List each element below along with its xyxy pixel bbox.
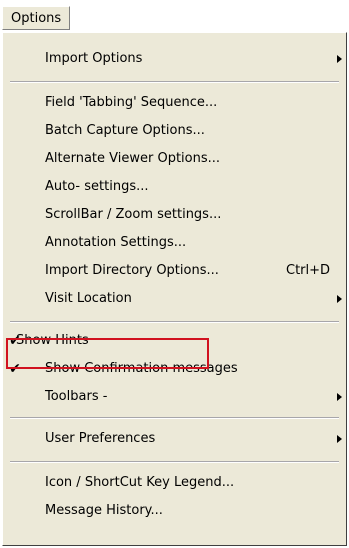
menu-item-label: Visit Location bbox=[45, 291, 132, 306]
menu-item-scrollbar-zoom-settings[interactable]: ScrollBar / Zoom settings... bbox=[3, 201, 346, 229]
menu-item-label: Batch Capture Options... bbox=[45, 123, 205, 138]
menu-item-annotation-settings[interactable]: Annotation Settings... bbox=[3, 229, 346, 257]
options-menu-title[interactable]: Options bbox=[2, 6, 71, 30]
submenu-arrow-icon bbox=[337, 295, 342, 303]
menu-item-label: ScrollBar / Zoom settings... bbox=[45, 207, 222, 222]
menu-item-message-history[interactable]: Message History... bbox=[3, 497, 346, 525]
options-dropdown-menu: Import Options Field 'Tabbing' Sequence.… bbox=[2, 32, 347, 546]
menu-item-label: Import Options bbox=[45, 51, 143, 66]
menu-item-label: Field 'Tabbing' Sequence... bbox=[45, 95, 218, 110]
menu-item-label: Annotation Settings... bbox=[45, 235, 187, 250]
menu-item-label: Show Confirmation messages bbox=[45, 361, 238, 376]
menu-item-label: Show Hints bbox=[16, 333, 89, 348]
menu-item-show-hints[interactable]: ✔ Show Hints bbox=[3, 327, 346, 355]
menu-item-label: Icon / ShortCut Key Legend... bbox=[45, 475, 235, 490]
menu-bar: Options bbox=[0, 0, 349, 34]
menu-separator bbox=[10, 81, 339, 83]
menu-item-label: Toolbars - bbox=[45, 389, 108, 404]
menu-item-visit-location[interactable]: Visit Location bbox=[3, 285, 346, 313]
menu-separator bbox=[10, 321, 339, 323]
menu-item-label: Import Directory Options... bbox=[45, 263, 219, 278]
menu-item-label: User Preferences bbox=[45, 431, 156, 446]
menu-item-show-confirmation-messages[interactable]: ✔ Show Confirmation messages bbox=[3, 355, 346, 383]
submenu-arrow-icon bbox=[337, 55, 342, 63]
menu-item-import-directory-options[interactable]: Import Directory Options... Ctrl+D bbox=[3, 257, 346, 285]
shortcut-label: Ctrl+D bbox=[286, 263, 331, 278]
submenu-arrow-icon bbox=[337, 393, 342, 401]
menu-item-user-preferences[interactable]: User Preferences bbox=[3, 425, 346, 453]
menu-item-batch-capture-options[interactable]: Batch Capture Options... bbox=[3, 117, 346, 145]
checkmark-icon: ✔ bbox=[9, 361, 21, 377]
menu-item-auto-settings[interactable]: Auto- settings... bbox=[3, 173, 346, 201]
menu-item-toolbars[interactable]: Toolbars - bbox=[3, 383, 346, 411]
menu-separator bbox=[10, 417, 339, 419]
menu-item-field-tabbing-sequence[interactable]: Field 'Tabbing' Sequence... bbox=[3, 89, 346, 117]
menu-item-label: Alternate Viewer Options... bbox=[45, 151, 221, 166]
menu-item-label: Auto- settings... bbox=[45, 179, 149, 194]
menu-item-import-options[interactable]: Import Options bbox=[3, 45, 346, 73]
menu-item-label: Message History... bbox=[45, 503, 163, 518]
menu-item-alternate-viewer-options[interactable]: Alternate Viewer Options... bbox=[3, 145, 346, 173]
menu-item-icon-shortcut-key-legend[interactable]: Icon / ShortCut Key Legend... bbox=[3, 469, 346, 497]
submenu-arrow-icon bbox=[337, 435, 342, 443]
menu-separator bbox=[10, 461, 339, 463]
